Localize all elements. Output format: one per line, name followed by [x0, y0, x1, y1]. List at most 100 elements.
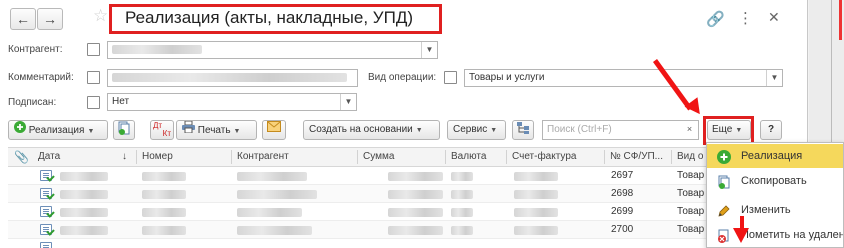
create-realization-button[interactable]: Реализация ▼	[8, 120, 108, 140]
counterparty-label: Контрагент:	[8, 44, 63, 55]
kind-cell: Товар	[677, 206, 705, 217]
table-row[interactable]: 2699 Товар	[8, 203, 807, 221]
currency-redacted	[451, 171, 473, 181]
counterparty-redacted	[237, 189, 317, 199]
menu-item-copy[interactable]: Скопировать	[707, 169, 843, 193]
delete-mark-icon	[717, 228, 731, 243]
email-button[interactable]	[262, 120, 286, 140]
chevron-down-icon: ▼	[415, 127, 423, 134]
more-vertical-icon[interactable]: ⋮	[738, 9, 753, 27]
copy-button[interactable]	[113, 120, 135, 140]
sum-redacted	[388, 207, 443, 217]
table-row[interactable]: 2700 Товар	[8, 221, 807, 239]
menu-item-edit[interactable]: Изменить	[707, 198, 843, 222]
edge-highlight	[839, 0, 842, 40]
chevron-down-icon: ▼	[490, 127, 498, 134]
invoice-redacted	[514, 207, 558, 217]
counterparty-redacted	[237, 171, 307, 181]
sf-number-cell: 2699	[611, 206, 634, 217]
column-separator	[604, 150, 605, 164]
search-input[interactable]: Поиск (Ctrl+F)	[542, 120, 699, 140]
invoice-redacted	[514, 171, 558, 181]
help-button[interactable]: ?	[760, 120, 782, 140]
column-separator	[231, 150, 232, 164]
chevron-down-icon[interactable]: ▼	[766, 70, 782, 86]
column-separator	[357, 150, 358, 164]
number-redacted	[142, 189, 186, 199]
link-icon[interactable]: 🔗	[706, 10, 725, 28]
operation-label: Вид операции:	[368, 72, 437, 83]
arrow-right-icon: →	[43, 11, 57, 27]
sf-number-cell: 2700	[611, 224, 634, 235]
close-icon[interactable]: ✕	[768, 9, 780, 26]
kind-cell: Товар	[677, 188, 705, 199]
column-date[interactable]: Дата	[38, 151, 60, 162]
kind-cell: Товар	[677, 170, 705, 181]
sum-redacted	[388, 189, 443, 199]
column-number[interactable]: Номер	[142, 151, 173, 162]
sf-number-cell: 2698	[611, 188, 634, 199]
accounting-entries-button[interactable]: Дт Кт	[150, 120, 174, 140]
structure-button[interactable]	[512, 120, 534, 140]
column-kind[interactable]: Вид о	[677, 151, 703, 162]
more-highlight-box	[703, 116, 754, 145]
counterparty-redacted	[237, 207, 302, 217]
kt-label: Кт	[162, 129, 171, 138]
chevron-down-icon: ▼	[233, 128, 241, 136]
signed-value: Нет	[112, 96, 130, 107]
comment-field[interactable]	[107, 69, 358, 87]
column-sf-number[interactable]: № СФ/УП...	[610, 151, 663, 162]
column-sum[interactable]: Сумма	[363, 151, 394, 162]
operation-checkbox[interactable]	[444, 71, 457, 84]
clear-search-icon[interactable]: ×	[680, 120, 699, 140]
more-dropdown-menu: Реализация Скопировать Изменить Пометить…	[706, 142, 844, 248]
column-counterparty[interactable]: Контрагент	[237, 151, 289, 162]
create-based-on-button[interactable]: Создать на основании ▼	[303, 120, 440, 140]
counterparty-field[interactable]: ▼	[107, 41, 438, 59]
page-title: Реализация (акты, накладные, УПД)	[125, 8, 413, 27]
number-redacted	[142, 225, 186, 235]
column-invoice[interactable]: Счет-фактура	[512, 151, 576, 162]
column-currency[interactable]: Валюта	[451, 151, 486, 162]
menu-item-mark-delete[interactable]: Пометить на удален	[707, 223, 843, 247]
comment-label: Комментарий:	[8, 72, 74, 83]
service-button[interactable]: Сервис ▼	[447, 120, 506, 140]
counterparty-checkbox[interactable]	[87, 43, 100, 56]
column-separator	[136, 150, 137, 164]
chevron-down-icon: ▼	[87, 128, 95, 136]
back-button[interactable]: ←	[10, 8, 36, 30]
chevron-down-icon[interactable]: ▼	[421, 42, 437, 58]
date-redacted	[60, 171, 108, 181]
plus-circle-icon	[717, 149, 731, 164]
attachment-icon[interactable]: 📎	[14, 150, 29, 164]
document-list-window: ← → ☆ Реализация (акты, накладные, УПД) …	[0, 0, 808, 248]
sum-redacted	[388, 171, 443, 181]
sum-redacted	[388, 225, 443, 235]
signed-field[interactable]: Нет ▼	[107, 93, 357, 111]
hierarchy-icon	[516, 121, 530, 142]
column-separator	[506, 150, 507, 164]
table-row[interactable]	[8, 239, 807, 248]
signed-checkbox[interactable]	[87, 96, 100, 109]
invoice-redacted	[514, 189, 558, 199]
sort-indicator-icon[interactable]: ↓	[122, 151, 127, 162]
document-icon	[40, 242, 52, 248]
number-redacted	[142, 171, 186, 181]
printer-icon	[182, 120, 195, 140]
currency-redacted	[451, 225, 473, 235]
forward-button[interactable]: →	[37, 8, 63, 30]
arrow-left-icon: ←	[16, 11, 30, 27]
chevron-down-icon[interactable]: ▼	[340, 94, 356, 110]
invoice-redacted	[514, 225, 558, 235]
favorite-star-icon[interactable]: ☆	[93, 6, 108, 26]
date-redacted	[60, 189, 108, 199]
table-row[interactable]: 2698 Товар	[8, 185, 807, 203]
operation-field[interactable]: Товары и услуги ▼	[464, 69, 783, 87]
comment-checkbox[interactable]	[87, 71, 100, 84]
table-row[interactable]: 2697 Товар	[8, 167, 807, 185]
pencil-icon	[717, 203, 731, 217]
signed-label: Подписан:	[8, 97, 57, 108]
menu-item-create[interactable]: Реализация	[707, 144, 843, 168]
comment-redacted	[112, 72, 347, 82]
print-button[interactable]: Печать ▼	[176, 120, 257, 140]
